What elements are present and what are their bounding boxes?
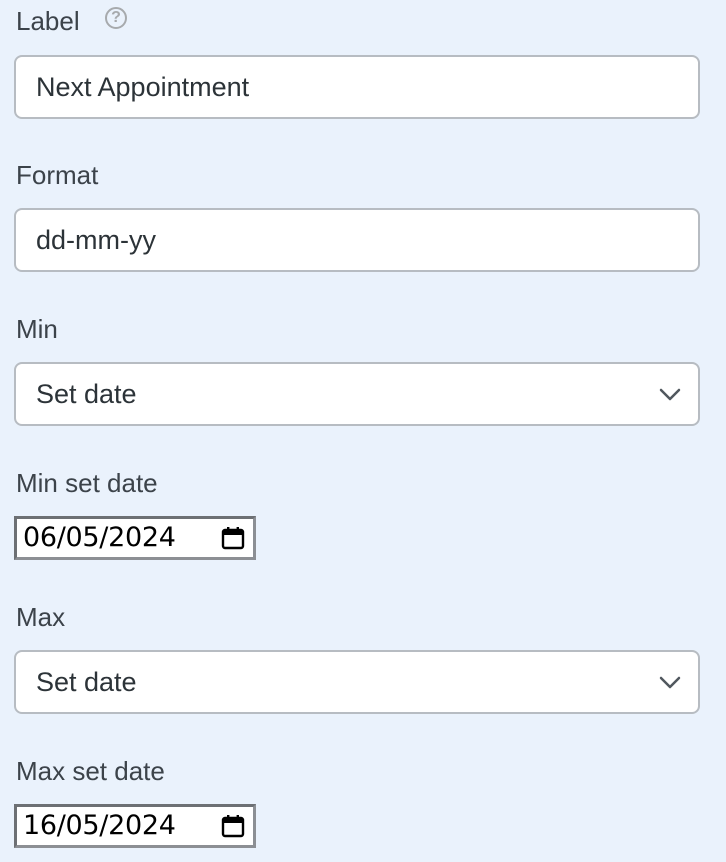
max-set-date-label: Max set date — [16, 756, 165, 786]
min-field-label: Min — [16, 314, 58, 344]
format-field-label: Format — [16, 160, 99, 190]
chevron-down-icon — [659, 676, 681, 689]
max-date-input[interactable]: 16/05/2024 — [14, 804, 256, 848]
calendar-icon[interactable] — [221, 526, 245, 550]
min-set-date-label: Min set date — [16, 468, 158, 498]
label-input[interactable] — [14, 55, 700, 119]
min-select[interactable]: Set date — [14, 362, 700, 426]
min-date-value: 06/05/2024 — [23, 522, 176, 553]
format-input[interactable] — [14, 208, 700, 272]
chevron-down-icon — [659, 388, 681, 401]
calendar-icon[interactable] — [221, 814, 245, 838]
max-date-value: 16/05/2024 — [23, 810, 176, 841]
label-field-label: Label — [16, 6, 80, 36]
max-select-value: Set date — [36, 667, 137, 697]
min-select-value: Set date — [36, 379, 137, 409]
min-date-input[interactable]: 06/05/2024 — [14, 516, 256, 560]
max-field-label: Max — [16, 602, 66, 632]
help-icon[interactable]: ? — [105, 7, 127, 29]
max-select[interactable]: Set date — [14, 650, 700, 714]
